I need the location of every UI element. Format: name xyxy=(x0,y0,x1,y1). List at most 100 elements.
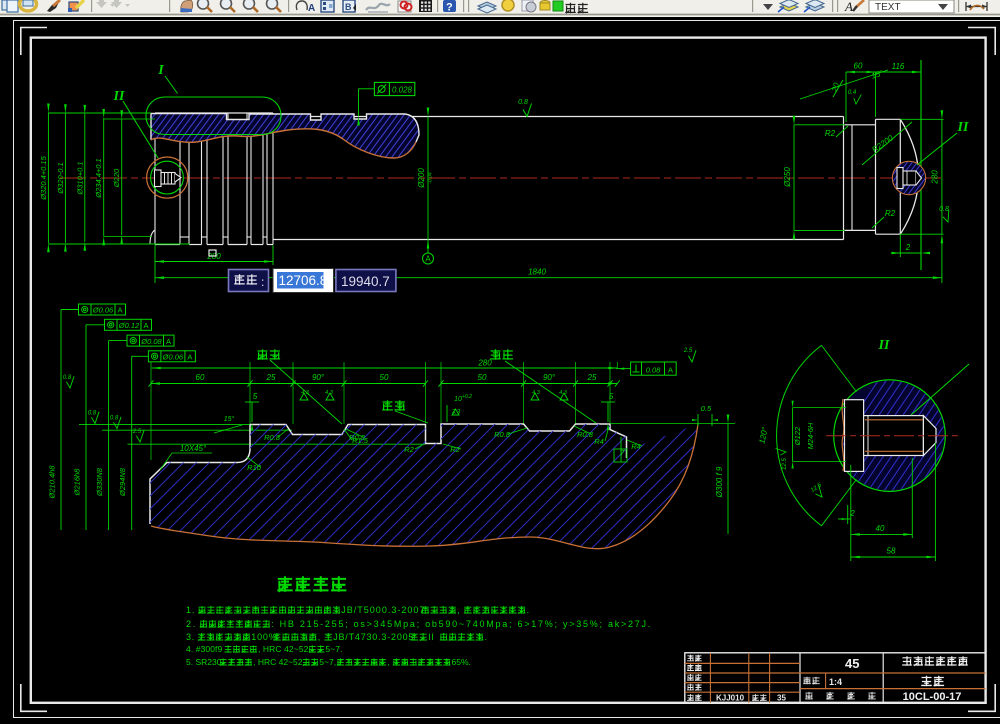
svg-text:10: 10 xyxy=(454,396,462,403)
svg-text:280: 280 xyxy=(931,170,940,185)
svg-text:4.3: 4.3 xyxy=(532,390,541,396)
svg-text:7: 7 xyxy=(620,449,625,458)
svg-text:, HRC 42~52,: , HRC 42~52, xyxy=(253,657,305,667)
svg-text:A: A xyxy=(425,255,431,264)
svg-text:116: 116 xyxy=(892,62,905,71)
svg-text:JB/T5000.3-2007: JB/T5000.3-2007 xyxy=(341,605,425,615)
svg-text:,: , xyxy=(457,605,461,615)
svg-text:R0.8: R0.8 xyxy=(494,430,511,439)
svg-text:0.028: 0.028 xyxy=(392,85,413,94)
svg-text:Ø0.06: Ø0.06 xyxy=(162,353,184,362)
svg-text:A: A xyxy=(844,0,853,14)
svg-text:4.3: 4.3 xyxy=(325,390,334,396)
svg-text:0.5: 0.5 xyxy=(701,404,712,413)
svg-text:5. SR230: 5. SR230 xyxy=(186,657,222,667)
svg-text:12706.8: 12706.8 xyxy=(279,273,328,288)
svg-text:Ø122: Ø122 xyxy=(793,426,802,446)
svg-text:3.: 3. xyxy=(186,632,195,642)
svg-text:+0.2: +0.2 xyxy=(462,394,472,400)
svg-text:II: II xyxy=(878,338,890,353)
svg-text:II: II xyxy=(428,632,435,642)
svg-text:58: 58 xyxy=(887,547,896,556)
svg-text:4. #300f9: 4. #300f9 xyxy=(186,644,223,654)
svg-text::: : xyxy=(261,275,264,289)
svg-text:Ø0.08: Ø0.08 xyxy=(140,337,162,346)
svg-text:JB/T4730.3-2005: JB/T4730.3-2005 xyxy=(333,632,414,642)
svg-text:Ø310+0.1: Ø310+0.1 xyxy=(75,161,84,195)
svg-text:I: I xyxy=(157,63,164,78)
svg-text:R10: R10 xyxy=(247,463,262,472)
svg-text:4.3: 4.3 xyxy=(301,390,310,396)
svg-text:A: A xyxy=(117,306,122,315)
svg-text:A: A xyxy=(166,337,171,346)
svg-text:0.8: 0.8 xyxy=(518,99,528,106)
svg-text:Ø210.4h8: Ø210.4h8 xyxy=(48,465,57,500)
svg-text:2.5: 2.5 xyxy=(683,348,693,354)
svg-text:25: 25 xyxy=(587,373,597,382)
svg-text:, HRC 42~52,: , HRC 42~52, xyxy=(258,644,311,654)
svg-text:Ø250: Ø250 xyxy=(783,167,792,188)
svg-text:Ø320.4+0.15: Ø320.4+0.15 xyxy=(39,155,48,200)
svg-text:0.8: 0.8 xyxy=(939,206,949,213)
svg-text:5: 5 xyxy=(253,392,258,401)
svg-text:Ø0.12: Ø0.12 xyxy=(118,321,140,330)
svg-text:0.8: 0.8 xyxy=(110,416,119,422)
svg-text:0.8: 0.8 xyxy=(63,375,72,381)
svg-text:15°: 15° xyxy=(224,415,235,423)
svg-text:,: , xyxy=(318,632,321,642)
svg-text:4.3: 4.3 xyxy=(559,390,568,396)
svg-text:1840: 1840 xyxy=(528,268,546,277)
svg-text:Ø294N8: Ø294N8 xyxy=(118,467,127,497)
svg-text:?: ? xyxy=(446,2,453,14)
svg-text:3.3: 3.3 xyxy=(452,410,461,416)
svg-text:TEXT: TEXT xyxy=(875,2,901,13)
svg-text:R2: R2 xyxy=(885,209,896,218)
svg-text:2: 2 xyxy=(849,509,855,518)
svg-text:50: 50 xyxy=(380,373,389,382)
svg-text:2.: 2. xyxy=(186,619,197,629)
svg-text:1.: 1. xyxy=(186,605,196,615)
svg-text:19940.7: 19940.7 xyxy=(341,274,390,289)
svg-text:R4: R4 xyxy=(594,437,604,446)
svg-text:A: A xyxy=(143,321,148,330)
svg-text:Ø330N8: Ø330N8 xyxy=(95,467,104,497)
svg-text:0.4: 0.4 xyxy=(848,90,857,96)
svg-text:280: 280 xyxy=(477,359,492,368)
svg-text:.: . xyxy=(527,605,531,615)
svg-text:35: 35 xyxy=(777,694,786,703)
svg-text:60: 60 xyxy=(854,62,863,71)
svg-text:Ø220: Ø220 xyxy=(112,168,121,188)
svg-text:.: . xyxy=(485,632,488,642)
svg-text:50: 50 xyxy=(478,373,487,382)
svg-text:100%: 100% xyxy=(251,632,277,642)
svg-text:90°: 90° xyxy=(543,373,556,382)
svg-text:5~7.: 5~7. xyxy=(325,644,342,654)
svg-text:B: B xyxy=(345,2,352,12)
svg-text:A: A xyxy=(187,353,192,362)
svg-text:Ø0.06: Ø0.06 xyxy=(92,306,114,315)
svg-text:65%.: 65%. xyxy=(452,657,471,667)
svg-text:: HB 215-255; os>345Mpa; ob590: : HB 215-255; os>345Mpa; ob590~740Mpa; 6… xyxy=(271,619,652,629)
svg-text:12.5: 12.5 xyxy=(782,458,788,470)
svg-text:Ø234.4+0.1: Ø234.4+0.1 xyxy=(94,158,103,198)
svg-text:40: 40 xyxy=(876,524,885,533)
svg-text:KJJ010: KJJ010 xyxy=(716,694,745,703)
svg-text:Ø320-0.1: Ø320-0.1 xyxy=(56,162,65,194)
svg-text:Ø200: Ø200 xyxy=(417,168,426,189)
svg-text:A: A xyxy=(668,365,673,374)
svg-text:10X45°: 10X45° xyxy=(180,444,207,453)
svg-text:M24-6H: M24-6H xyxy=(806,422,815,449)
svg-text:0.08: 0.08 xyxy=(646,365,661,374)
svg-text:5~7,: 5~7, xyxy=(319,657,336,667)
svg-text:60: 60 xyxy=(196,373,205,382)
svg-text:25: 25 xyxy=(266,373,276,382)
svg-text:R0.8: R0.8 xyxy=(264,433,281,442)
svg-text:R2: R2 xyxy=(825,129,836,138)
svg-text:,: , xyxy=(387,657,389,667)
svg-text:1:4: 1:4 xyxy=(829,677,842,687)
svg-text:R1.5: R1.5 xyxy=(352,436,369,445)
svg-text:Ø300 f 9: Ø300 f 9 xyxy=(715,466,724,498)
svg-text:5: 5 xyxy=(609,392,614,401)
svg-text:0.8: 0.8 xyxy=(88,411,97,417)
svg-text:45: 45 xyxy=(845,656,859,671)
